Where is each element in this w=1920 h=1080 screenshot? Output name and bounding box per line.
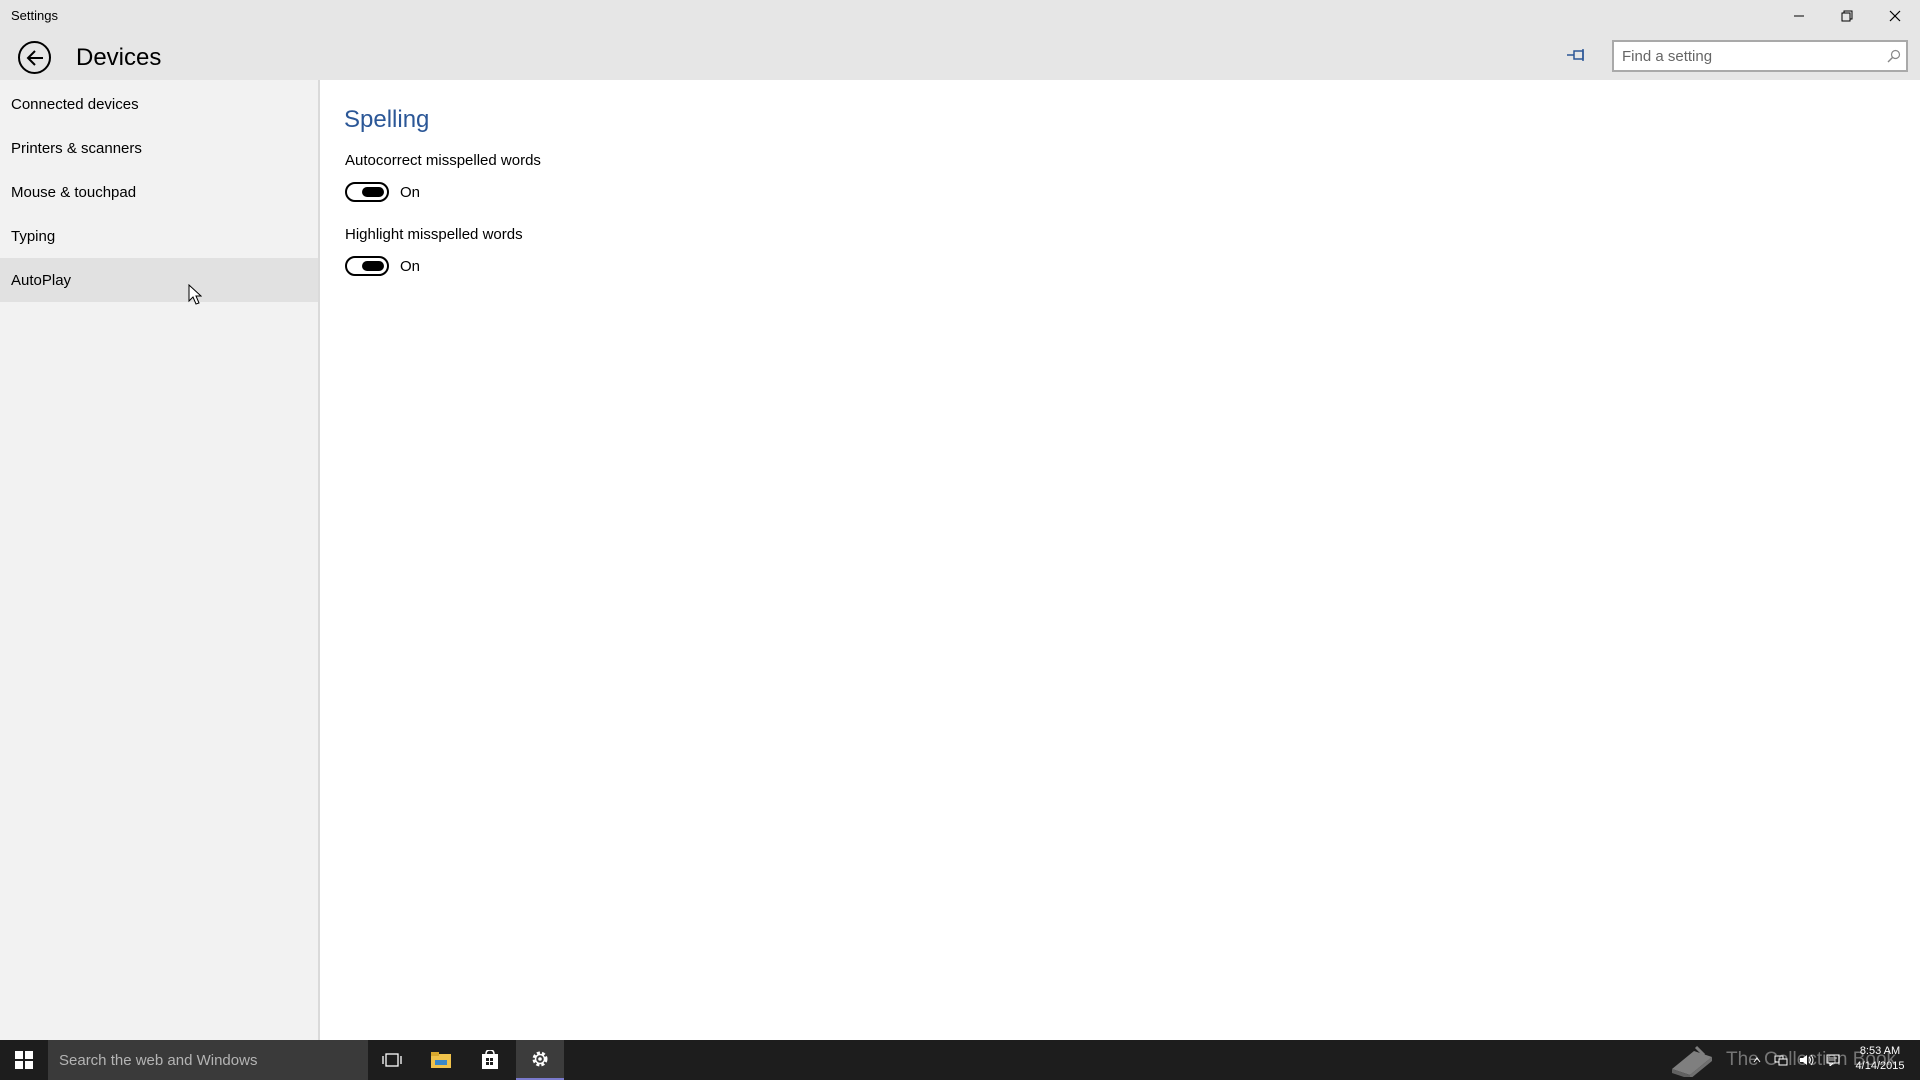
settings-search-box[interactable] <box>1612 40 1908 72</box>
highlight-label: Highlight misspelled words <box>345 226 523 243</box>
speaker-icon <box>1800 1054 1814 1066</box>
close-icon <box>1889 10 1901 22</box>
taskbar-clock[interactable]: 8:53 AM 4/14/2015 <box>1848 1044 1912 1074</box>
restore-button[interactable] <box>1823 0 1871 32</box>
task-view-icon <box>382 1053 402 1067</box>
sidebar-item-connected-devices[interactable]: Connected devices <box>0 82 318 126</box>
autocorrect-label: Autocorrect misspelled words <box>345 152 541 169</box>
sidebar-item-typing[interactable]: Typing <box>0 214 318 258</box>
show-hidden-icons-button[interactable] <box>1750 1040 1764 1080</box>
sidebar-item-autoplay[interactable]: AutoPlay <box>0 258 318 302</box>
autocorrect-toggle[interactable] <box>345 182 389 202</box>
mouse-cursor-icon <box>188 284 202 305</box>
windows-logo-icon <box>15 1051 33 1069</box>
sidebar-item-printers-scanners[interactable]: Printers & scanners <box>0 126 318 170</box>
network-icon <box>1774 1055 1788 1066</box>
restore-icon <box>1841 10 1853 22</box>
clock-time: 8:53 AM <box>1859 1045 1901 1057</box>
store-button[interactable] <box>466 1040 514 1080</box>
gear-icon <box>532 1051 548 1067</box>
taskbar-search-box[interactable]: Search the web and Windows <box>48 1040 368 1080</box>
network-button[interactable] <box>1770 1040 1792 1080</box>
pin-button[interactable] <box>1565 45 1589 65</box>
window-title: Settings <box>11 8 58 23</box>
sidebar-item-mouse-touchpad[interactable]: Mouse & touchpad <box>0 170 318 214</box>
folder-icon <box>431 1052 451 1068</box>
store-icon <box>482 1050 498 1069</box>
toggle-knob <box>362 187 384 197</box>
task-view-button[interactable] <box>368 1040 416 1080</box>
page-title: Devices <box>76 44 162 71</box>
minimize-button[interactable] <box>1775 0 1823 32</box>
settings-search-input[interactable] <box>1614 42 1882 70</box>
back-button[interactable] <box>18 41 51 74</box>
taskbar: Search the web and Windows The Collectio… <box>0 1040 1920 1080</box>
section-title: Spelling <box>344 106 430 133</box>
title-bar: Settings Devices <box>0 0 1920 80</box>
action-center-button[interactable] <box>1822 1040 1844 1080</box>
search-icon[interactable] <box>1882 49 1906 63</box>
close-button[interactable] <box>1871 0 1919 32</box>
start-button[interactable] <box>0 1040 48 1080</box>
minimize-icon <box>1794 15 1804 17</box>
file-explorer-button[interactable] <box>417 1040 465 1080</box>
clock-date: 4/14/2015 <box>1855 1060 1905 1072</box>
pin-icon <box>1567 49 1584 61</box>
toggle-knob <box>362 261 384 271</box>
back-arrow-icon <box>26 49 43 66</box>
sidebar: Connected devices Printers & scanners Mo… <box>0 80 320 1040</box>
autocorrect-state: On <box>400 184 421 201</box>
book-icon <box>1672 1045 1712 1077</box>
highlight-state: On <box>400 258 421 275</box>
settings-app-button[interactable] <box>516 1040 564 1080</box>
notification-icon <box>1826 1054 1840 1066</box>
taskbar-search-placeholder: Search the web and Windows <box>59 1051 258 1069</box>
volume-button[interactable] <box>1796 1040 1818 1080</box>
chevron-up-icon <box>1753 1057 1761 1063</box>
main-content: Spelling Autocorrect misspelled words On… <box>322 80 1920 1040</box>
highlight-toggle[interactable] <box>345 256 389 276</box>
